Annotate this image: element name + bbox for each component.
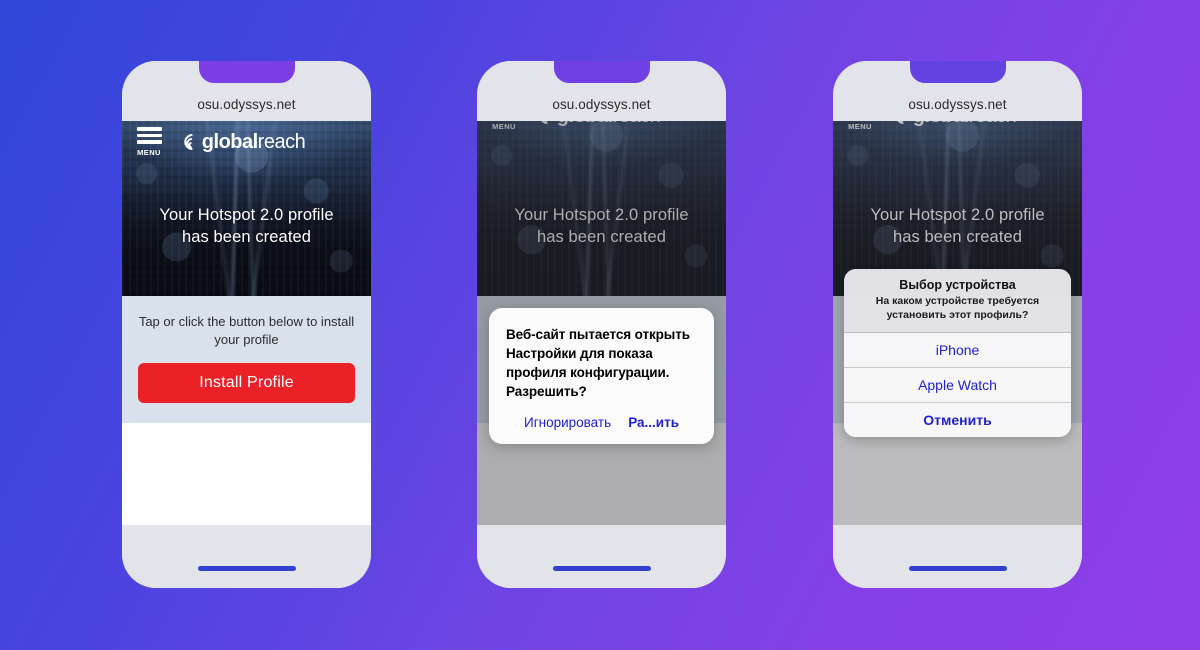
alert-actions: Игнорировать Ра...ить [506, 402, 697, 444]
phone-bottom-bezel [477, 525, 726, 588]
hamburger-menu-icon[interactable]: MENU [134, 127, 164, 157]
action-sheet-option-cancel[interactable]: Отменить [844, 403, 1071, 438]
install-instruction: Tap or click the button below to install… [138, 314, 355, 348]
menu-label: MENU [137, 147, 161, 157]
phone-notch [553, 61, 650, 83]
phone-mockup-2: osu.odyssys.net MENU global reach [477, 61, 726, 588]
ios-alert-dialog: Веб-сайт пытается открыть Настройки для … [489, 308, 714, 444]
phone-mockup-3: osu.odyssys.net MENU global reach [833, 61, 1082, 588]
action-sheet-option-apple-watch[interactable]: Apple Watch [844, 368, 1071, 404]
alert-ignore-button[interactable]: Игнорировать [524, 415, 611, 430]
hamburger-bar [136, 140, 162, 144]
site-header: MENU global reach [122, 121, 371, 163]
home-indicator[interactable] [552, 566, 651, 571]
ios-action-sheet: Выбор устройства На каком устройстве тре… [844, 269, 1071, 438]
logo-bold-text: global [201, 130, 258, 153]
install-panel: Tap or click the button below to install… [122, 296, 371, 424]
hero-title-line1: Your Hotspot 2.0 profile [159, 206, 334, 224]
phone-screen-2: MENU global reach Your Hotspot 2.0 profi… [477, 121, 726, 525]
wifi-arc-icon [180, 130, 204, 153]
alert-allow-button[interactable]: Ра...ить [628, 415, 679, 430]
phone-bottom-bezel [833, 525, 1082, 588]
page-body: 38 15 22 21 [122, 423, 371, 525]
url-text: osu.odyssys.net [552, 97, 651, 112]
phone-screen-3: MENU global reach Your Hotspot 2.0 profi… [833, 121, 1082, 525]
phone-notch [198, 61, 295, 83]
phone-screen-1: MENU global reach Your Hotspot 2.0 profi… [122, 121, 371, 525]
hero-title-line2: has been created [181, 227, 312, 246]
install-profile-button[interactable]: Install Profile [138, 363, 355, 404]
home-indicator[interactable] [197, 566, 296, 571]
hero-title: Your Hotspot 2.0 profile has been create… [122, 205, 371, 249]
action-sheet-subtitle: На каком устройстве требуется установить… [875, 295, 1040, 322]
hero-banner: MENU global reach Your Hotspot 2.0 profi… [122, 121, 371, 296]
action-sheet-title: Выбор устройства [899, 278, 1016, 292]
phone-mockup-1: osu.odyssys.net MENU global reach Your H… [122, 61, 371, 588]
action-sheet-header: Выбор устройства На каком устройстве тре… [844, 269, 1071, 334]
hamburger-bar [136, 127, 162, 131]
action-sheet-option-iphone[interactable]: iPhone [844, 333, 1071, 369]
url-text: osu.odyssys.net [908, 97, 1007, 112]
logo-light-text: reach [257, 130, 306, 153]
phone-notch [909, 61, 1006, 83]
alert-message: Веб-сайт пытается открыть Настройки для … [506, 327, 690, 400]
home-indicator[interactable] [908, 566, 1007, 571]
phone-bottom-bezel [122, 525, 371, 588]
globalreach-logo[interactable]: global reach [180, 130, 306, 154]
url-text: osu.odyssys.net [197, 97, 296, 112]
hamburger-bar [136, 133, 162, 138]
